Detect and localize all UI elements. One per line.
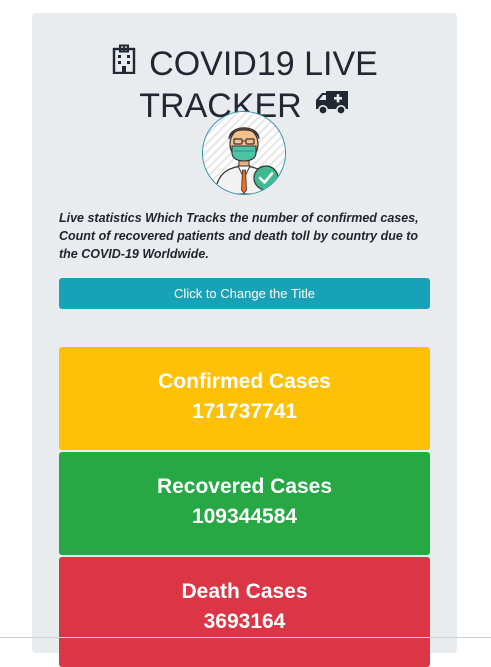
masked-doctor-icon <box>203 112 285 194</box>
death-cases-value: 3693164 <box>203 610 286 633</box>
title-text-line-1: COVID19 LIVE <box>149 45 378 83</box>
recovered-cases-label: Recovered Cases <box>156 475 333 498</box>
change-title-button[interactable]: Click to Change the Title <box>59 278 430 309</box>
recovered-cases-value: 109344584 <box>191 505 298 528</box>
page-bottom-divider <box>0 637 491 638</box>
hospital-icon <box>111 42 137 84</box>
death-cases-label: Death Cases <box>181 580 308 603</box>
doctor-avatar <box>202 111 286 195</box>
description-text: Live statistics Which Tracks the number … <box>59 211 419 261</box>
ambulance-icon <box>314 84 350 126</box>
death-cases-card: Death Cases 3693164 <box>59 557 430 667</box>
confirmed-cases-card: Confirmed Cases 171737741 <box>59 347 430 450</box>
confirmed-cases-value: 171737741 <box>191 400 298 423</box>
tracker-panel: COVID19 LIVE TRACKER Live statistics Whi… <box>32 13 457 667</box>
recovered-cases-card: Recovered Cases 109344584 <box>59 452 430 555</box>
confirmed-cases-label: Confirmed Cases <box>158 370 331 393</box>
title-line-1: COVID19 LIVE <box>32 43 457 85</box>
